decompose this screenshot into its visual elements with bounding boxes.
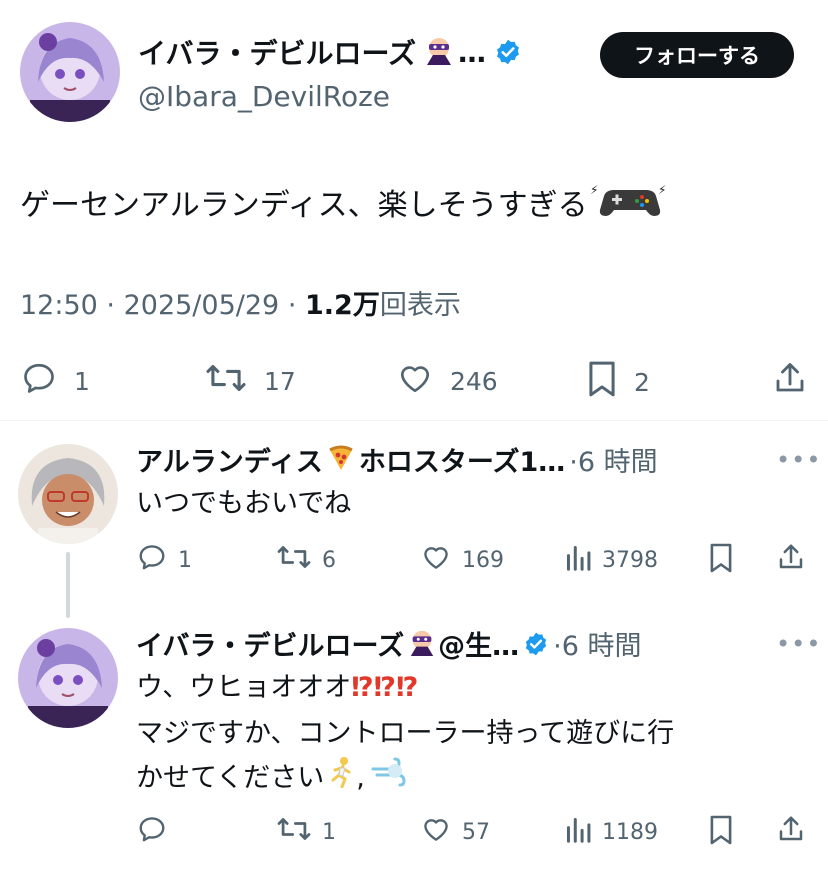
reply-display-name[interactable]: アルランディス: [136, 440, 323, 479]
svg-text:⚡: ⚡: [590, 183, 598, 197]
views-count: 1189: [602, 819, 658, 845]
like-icon: [396, 360, 434, 402]
views-button[interactable]: 3798: [564, 542, 658, 578]
retweet-button[interactable]: 1: [276, 814, 336, 850]
like-button[interactable]: 57: [420, 814, 490, 850]
bookmark-count: 2: [634, 367, 650, 397]
more-icon[interactable]: •••: [776, 630, 821, 658]
like-button[interactable]: 246: [396, 360, 498, 402]
share-button[interactable]: [772, 360, 808, 402]
reply-text: ウ、ウヒョオオオ: [136, 672, 352, 703]
display-name[interactable]: イバラ・デビルローズ: [138, 32, 416, 72]
reply-count: 1: [74, 366, 90, 396]
handle[interactable]: @Ibara_DevilRoze: [138, 80, 390, 113]
exclamation-question-emoji: ⁉⁉⁉: [351, 672, 419, 703]
main-tweet-actions: 1 17 246 2: [0, 352, 828, 404]
reply-text-line-1: ウ、ウヒョオオオ⁉⁉⁉: [136, 666, 418, 710]
reply-text-comma: ,: [356, 762, 365, 794]
share-button[interactable]: [776, 814, 806, 850]
display-name-ellipsis: …: [458, 35, 487, 69]
reply-name-row: イバラ・デビルローズ @生… ·6 時間: [136, 624, 641, 663]
display-name-row: イバラ・デビルローズ …: [138, 32, 522, 72]
views-count: 1.2万: [305, 290, 380, 321]
share-icon: [776, 542, 806, 578]
reply-text: かせてください: [136, 762, 325, 794]
reply-button[interactable]: 1: [136, 542, 192, 578]
views-icon: [564, 814, 592, 850]
villain-mask-emoji-icon: [424, 35, 454, 69]
thread-line: [66, 552, 70, 618]
reply-time[interactable]: ·6 時間: [553, 624, 641, 663]
bookmark-icon: [708, 814, 734, 852]
views-button[interactable]: 1189: [564, 814, 658, 850]
avatar[interactable]: [18, 444, 118, 544]
reply-text: いつでもおいでね: [136, 488, 352, 519]
reply-icon: [136, 814, 168, 850]
like-icon: [420, 814, 452, 850]
reply-text-line-3: かせてください ,: [136, 756, 407, 802]
retweet-icon: [276, 542, 312, 578]
avatar[interactable]: [20, 22, 120, 122]
reply-display-name[interactable]: イバラ・デビルローズ: [136, 624, 404, 663]
reply-text-line-2: マジですか、コントローラー持って遊びに行: [136, 718, 675, 749]
bookmark-button[interactable]: [708, 542, 734, 580]
retweet-count: 1: [322, 819, 336, 845]
game-controller-emoji-icon: ⚡ ⚡: [590, 180, 670, 233]
pizza-emoji-icon: [327, 444, 355, 476]
bookmark-button[interactable]: 2: [586, 360, 650, 404]
like-button[interactable]: 169: [420, 542, 504, 578]
views-count: 3798: [602, 547, 658, 573]
reply-icon: [20, 360, 58, 402]
bookmark-icon: [708, 542, 734, 580]
share-button[interactable]: [776, 542, 806, 578]
verified-badge-icon: [523, 631, 549, 657]
reply-count: 1: [178, 547, 192, 573]
tweet-time[interactable]: 12:50: [20, 290, 98, 321]
retweet-icon: [276, 814, 312, 850]
views-label: 回表示: [379, 290, 461, 321]
meta-separator: ·: [287, 290, 297, 321]
reply-icon: [136, 542, 168, 578]
views-icon: [564, 542, 592, 578]
reply-name-row: アルランディス ホロスターズ1… ·6 時間: [136, 440, 658, 479]
running-person-emoji-icon: [328, 756, 356, 802]
retweet-button[interactable]: 6: [276, 542, 336, 578]
divider: [0, 420, 828, 421]
follow-button[interactable]: フォローする: [600, 32, 794, 78]
share-icon: [776, 814, 806, 850]
retweet-icon: [204, 360, 248, 402]
bookmark-icon: [586, 360, 618, 404]
tweet-text: ゲーセンアルランディス、楽しそうすぎる ⚡ ⚡: [20, 180, 670, 233]
tweet-date[interactable]: 2025/05/29: [124, 290, 280, 321]
more-icon[interactable]: •••: [776, 446, 821, 474]
retweet-count: 6: [322, 547, 336, 573]
meta-separator: ·: [106, 290, 115, 321]
reply-button[interactable]: 1: [20, 360, 90, 402]
reply-button[interactable]: [136, 814, 178, 850]
retweet-count: 17: [264, 366, 296, 396]
tweet-meta: 12:50 · 2025/05/29 · 1.2万回表示: [20, 283, 461, 322]
reply-time[interactable]: ·6 時間: [569, 440, 657, 479]
dash-emoji-icon: [371, 757, 407, 801]
like-icon: [420, 542, 452, 578]
bookmark-button[interactable]: [708, 814, 734, 852]
tweet-text-body: ゲーセンアルランディス、楽しそうすぎる: [20, 188, 588, 223]
like-count: 246: [450, 366, 498, 396]
main-tweet-header: イバラ・デビルローズ … @Ibara_DevilRoze フォローする: [0, 0, 828, 140]
retweet-button[interactable]: 17: [204, 360, 296, 402]
share-icon: [772, 360, 808, 402]
verified-badge-icon: [494, 38, 522, 66]
reply-display-name-rest[interactable]: ホロスターズ1…: [359, 440, 565, 479]
svg-text:⚡: ⚡: [658, 183, 666, 197]
villain-mask-emoji-icon: [408, 628, 436, 660]
reply-display-name-rest[interactable]: @生…: [438, 624, 519, 663]
like-count: 169: [462, 547, 504, 573]
like-count: 57: [462, 819, 490, 845]
avatar[interactable]: [18, 628, 118, 728]
